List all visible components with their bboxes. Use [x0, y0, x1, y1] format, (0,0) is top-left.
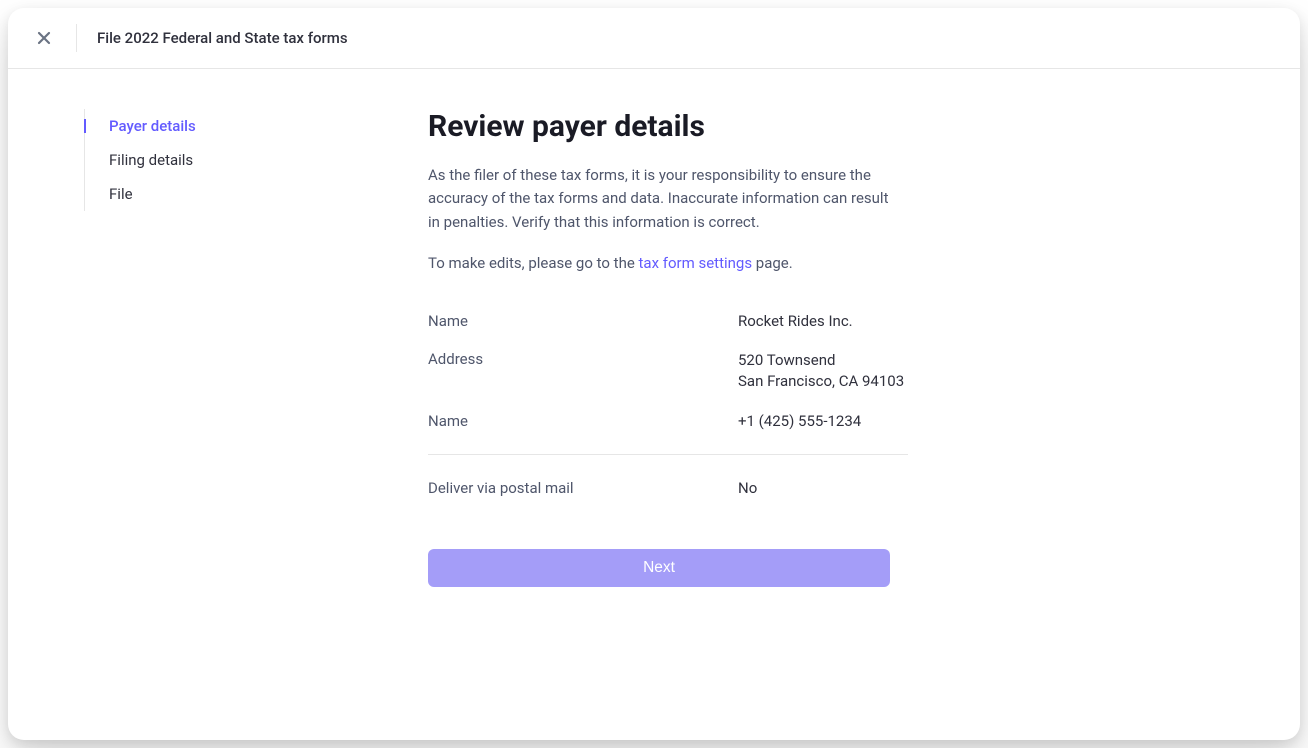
sidebar: Payer details Filing details File: [8, 109, 348, 740]
nav-item-file[interactable]: File: [85, 177, 348, 211]
address-line-1: 520 Townsend: [738, 350, 904, 371]
detail-value: 520 Townsend San Francisco, CA 94103: [738, 350, 904, 392]
instruction-prefix: To make edits, please go to the: [428, 254, 639, 272]
detail-value: No: [738, 479, 757, 497]
detail-label: Name: [428, 312, 738, 330]
modal-title: File 2022 Federal and State tax forms: [97, 29, 348, 47]
section-divider: [428, 454, 908, 455]
nav-item-label: Filing details: [109, 151, 193, 169]
nav-item-label: File: [109, 185, 133, 203]
detail-row-name: Name Rocket Rides Inc.: [428, 302, 908, 340]
nav-item-label: Payer details: [109, 117, 196, 135]
nav-item-payer-details[interactable]: Payer details: [85, 109, 348, 143]
nav-list: Payer details Filing details File: [84, 109, 348, 211]
header-divider: [76, 24, 77, 52]
detail-value: Rocket Rides Inc.: [738, 312, 853, 330]
modal-header: File 2022 Federal and State tax forms: [8, 8, 1300, 69]
nav-item-filing-details[interactable]: Filing details: [85, 143, 348, 177]
detail-row-postal-mail: Deliver via postal mail No: [428, 469, 908, 507]
description-text: As the filer of these tax forms, it is y…: [428, 164, 904, 234]
page-title: Review payer details: [428, 109, 908, 144]
detail-row-address: Address 520 Townsend San Francisco, CA 9…: [428, 340, 908, 402]
modal-container: File 2022 Federal and State tax forms Pa…: [8, 8, 1300, 740]
next-button[interactable]: Next: [428, 549, 890, 587]
tax-form-settings-link[interactable]: tax form settings: [639, 254, 753, 272]
address-line-2: San Francisco, CA 94103: [738, 371, 904, 392]
close-button[interactable]: [32, 26, 56, 50]
detail-row-phone: Name +1 (425) 555-1234: [428, 402, 908, 440]
instruction-suffix: page.: [752, 254, 793, 272]
content: Review payer details As the filer of the…: [348, 109, 908, 740]
details-section: Name Rocket Rides Inc. Address 520 Towns…: [428, 302, 908, 507]
detail-label: Name: [428, 412, 738, 430]
detail-label: Deliver via postal mail: [428, 479, 738, 497]
detail-label: Address: [428, 350, 738, 392]
instruction-text: To make edits, please go to the tax form…: [428, 252, 908, 275]
modal-body: Payer details Filing details File Review…: [8, 69, 1300, 740]
close-icon: [36, 30, 52, 46]
detail-value: +1 (425) 555-1234: [738, 412, 861, 430]
